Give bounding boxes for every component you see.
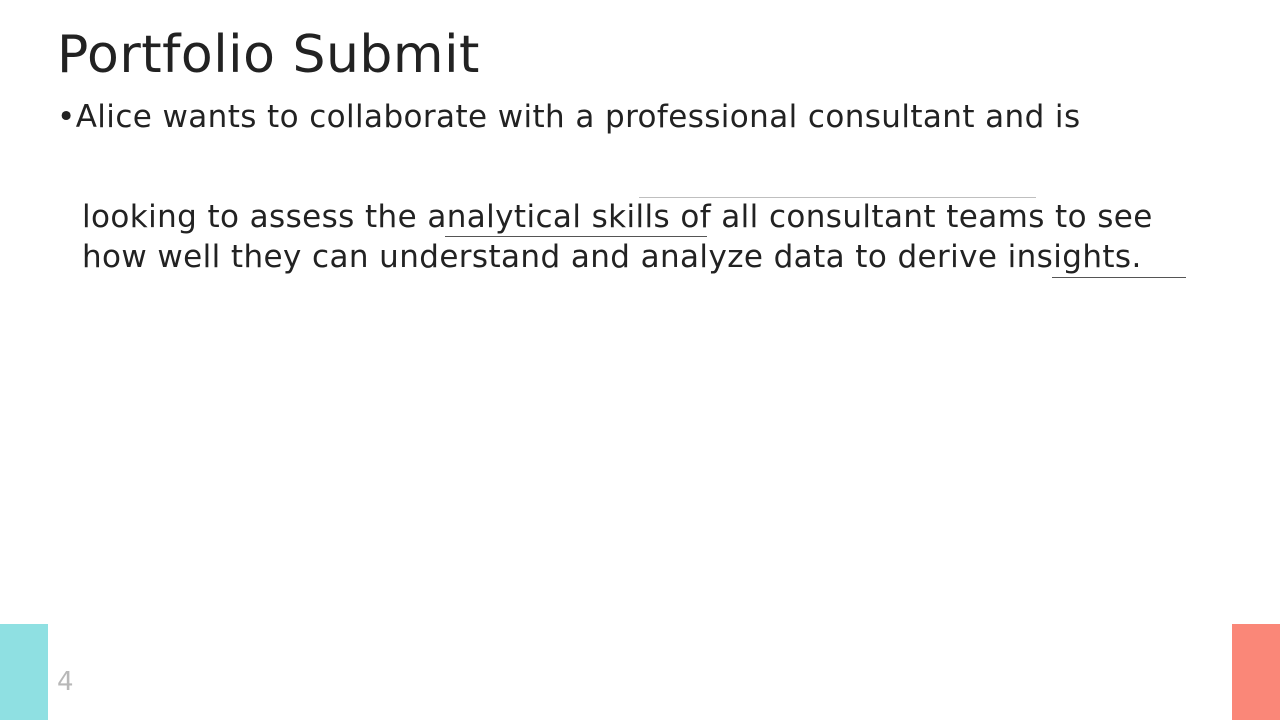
accent-bar-right	[1232, 624, 1280, 720]
slide-title: Portfolio Submit	[57, 25, 480, 85]
bullet-text-line-1: Alice wants to collaborate with a profes…	[75, 99, 1081, 135]
accent-bar-left	[0, 624, 48, 720]
bullet-marker: •	[57, 99, 76, 135]
page-number: 4	[57, 667, 74, 697]
annotation-underline	[639, 197, 1036, 198]
slide: Portfolio Submit •Alice wants to collabo…	[0, 0, 1280, 720]
bullet-text-line-3: how well they can understand and analyze…	[82, 239, 1142, 275]
bullet-text-line-2: looking to assess the analytical skills …	[82, 199, 1153, 235]
bullet-line-1: •Alice wants to collaborate with a profe…	[57, 96, 1081, 138]
annotation-underline	[1052, 277, 1186, 278]
annotation-underline	[445, 236, 707, 237]
